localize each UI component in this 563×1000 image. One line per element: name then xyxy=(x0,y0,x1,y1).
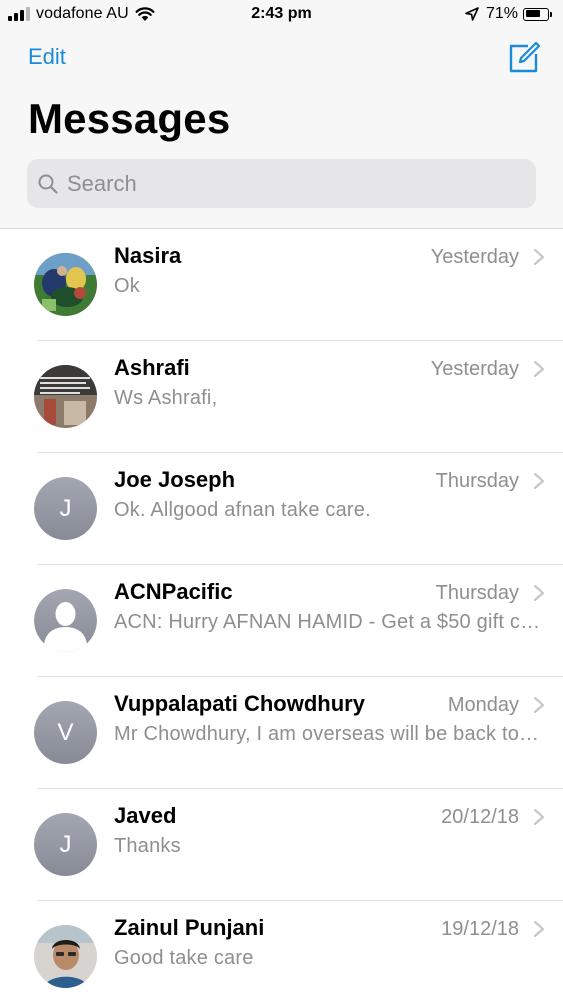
conversation-row[interactable]: ACNPacific Thursday ACN: Hurry AFNAN HAM… xyxy=(0,565,563,677)
contact-name: Javed xyxy=(114,803,177,828)
avatar xyxy=(34,589,97,652)
status-bar: vodafone AU 2:43 pm 71% xyxy=(0,0,563,30)
contact-name: Nasira xyxy=(114,243,182,268)
message-preview: Ok xyxy=(114,275,140,297)
avatar: J xyxy=(34,813,97,876)
navigation-header: Edit Messages xyxy=(0,30,563,229)
avatar xyxy=(34,253,97,316)
message-time: Thursday xyxy=(435,582,519,604)
avatar xyxy=(34,925,97,988)
status-right: 71% xyxy=(465,5,552,23)
compose-icon[interactable] xyxy=(506,40,542,76)
avatar: J xyxy=(34,477,97,540)
message-preview: Thanks xyxy=(114,835,181,857)
contact-name: ACNPacific xyxy=(114,579,233,604)
search-icon xyxy=(38,174,58,194)
person-silhouette-icon xyxy=(34,589,97,652)
avatar-photo xyxy=(34,253,97,316)
conversation-row[interactable]: Ashrafi Yesterday Ws Ashrafi, xyxy=(0,341,563,453)
message-preview: Ws Ashrafi, xyxy=(114,387,218,409)
message-time: 20/12/18 xyxy=(441,806,519,828)
message-preview: Good take care xyxy=(114,947,254,969)
conversation-row[interactable]: J Joe Joseph Thursday Ok. Allgood afnan … xyxy=(0,453,563,565)
contact-name: Joe Joseph xyxy=(114,467,236,492)
message-time: Yesterday xyxy=(430,358,519,380)
conversation-list: Nasira Yesterday Ok Ashrafi Yesterday Ws… xyxy=(0,229,563,1000)
message-time: Monday xyxy=(447,694,519,716)
conversation-row[interactable]: Zainul Punjani 19/12/18 Good take care xyxy=(0,901,563,1000)
battery-fill xyxy=(525,10,540,17)
contact-name: Zainul Punjani xyxy=(114,915,265,940)
conversation-row[interactable]: Nasira Yesterday Ok xyxy=(0,229,563,341)
contact-name: Ashrafi xyxy=(114,355,190,380)
message-preview: Ok. Allgood afnan take care. xyxy=(114,499,371,521)
search-input[interactable] xyxy=(67,159,517,208)
avatar-photo xyxy=(34,365,97,428)
message-preview: Mr Chowdhury, I am overseas will be back… xyxy=(114,723,544,745)
messages-screen: vodafone AU 2:43 pm 71% Edit Messages Se… xyxy=(0,0,563,1000)
message-time: Thursday xyxy=(435,470,519,492)
battery-percent: 71% xyxy=(485,5,518,22)
page-title: Messages xyxy=(28,95,231,142)
conversation-row[interactable]: J Javed 20/12/18 Thanks xyxy=(0,789,563,901)
chevron-right-icon xyxy=(533,472,545,490)
chevron-right-icon xyxy=(533,360,545,378)
chevron-right-icon xyxy=(533,696,545,714)
chevron-right-icon xyxy=(533,584,545,602)
chevron-right-icon xyxy=(533,920,545,938)
message-time: 19/12/18 xyxy=(441,918,519,940)
avatar-photo xyxy=(34,925,97,988)
chevron-right-icon xyxy=(533,808,545,826)
avatar: V xyxy=(34,701,97,764)
message-time: Yesterday xyxy=(430,246,519,268)
battery-icon xyxy=(523,7,552,21)
location-arrow-icon xyxy=(465,7,479,21)
search-bar[interactable] xyxy=(27,159,536,208)
contact-name: Vuppalapati Chowdhury xyxy=(114,691,365,716)
chevron-right-icon xyxy=(533,248,545,266)
edit-button[interactable]: Edit xyxy=(28,44,66,70)
avatar xyxy=(34,365,97,428)
conversation-row[interactable]: V Vuppalapati Chowdhury Monday Mr Chowdh… xyxy=(0,677,563,789)
message-preview: ACN: Hurry AFNAN HAMID - Get a $50 gift … xyxy=(114,611,544,633)
